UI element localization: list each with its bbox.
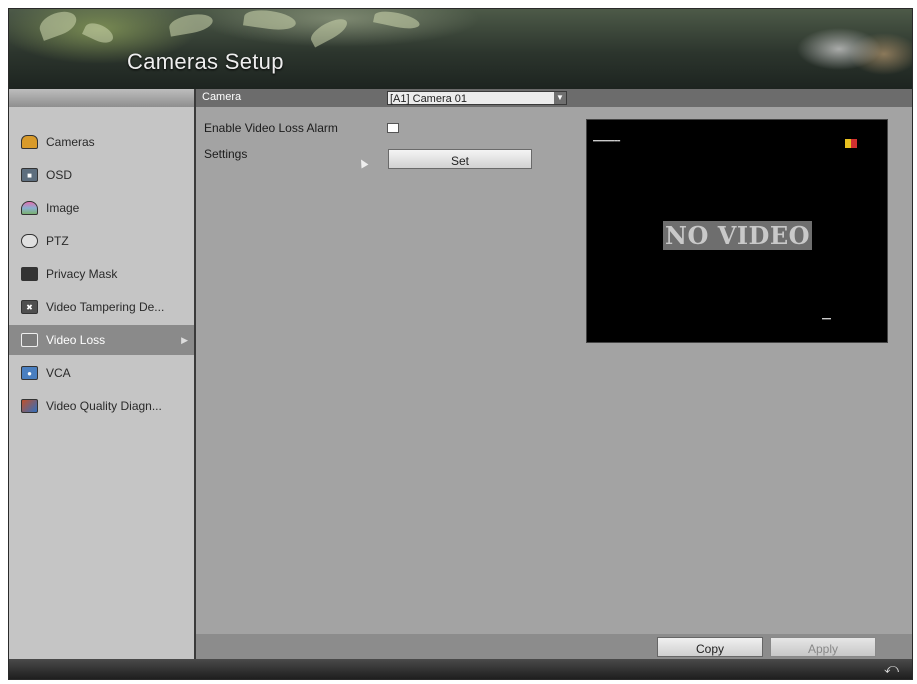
sidebar-item-video-loss[interactable]: Video Loss ▶ [9, 325, 194, 355]
sidebar-item-label: OSD [46, 168, 73, 182]
sidebar-header [9, 89, 196, 107]
vca-icon: ● [21, 366, 38, 380]
sidebar-item-label: VCA [46, 366, 71, 380]
sidebar-item-vca[interactable]: ● VCA [9, 358, 194, 388]
copy-button[interactable]: Copy [657, 637, 763, 657]
sidebar-item-label: Video Quality Diagn... [46, 399, 162, 413]
video-loss-panel: Enable Video Loss Alarm Settings Set ▬▬▬… [196, 107, 912, 634]
no-video-label: NO VIDEO [663, 221, 813, 250]
leaf-decoration [307, 14, 351, 48]
sidebar-item-image[interactable]: Image [9, 193, 194, 223]
set-button[interactable]: Set [388, 149, 532, 169]
back-icon[interactable]: ⤺ [884, 661, 899, 675]
camera-select[interactable]: [A1] Camera 01 ▼ [387, 91, 567, 105]
leaf-decoration [36, 9, 80, 41]
camera-bar: Camera [A1] Camera 01 ▼ [9, 89, 912, 107]
sidebar-item-label: Video Loss [46, 333, 106, 347]
ptz-icon [21, 234, 38, 248]
sidebar-item-cameras[interactable]: Cameras [9, 127, 194, 157]
leaf-decoration [243, 9, 297, 33]
osd-icon: ■ [21, 168, 38, 182]
video-loss-icon [21, 333, 38, 347]
record-status-icon [845, 139, 857, 148]
action-bar: Copy Apply [196, 634, 912, 659]
camera-label: Camera [202, 91, 242, 103]
enable-alarm-checkbox[interactable] [387, 123, 399, 133]
camera-icon [21, 135, 38, 149]
sidebar-item-privacy-mask[interactable]: Privacy Mask [9, 259, 194, 289]
privacy-mask-icon [21, 267, 38, 281]
sidebar-item-video-tampering[interactable]: ✖ Video Tampering De... [9, 292, 194, 322]
sidebar-item-ptz[interactable]: PTZ [9, 226, 194, 256]
osd-camera-name: ▬▬▬ [821, 316, 831, 322]
header-banner: Cameras Setup [9, 9, 912, 89]
sidebar-item-label: Privacy Mask [46, 267, 118, 281]
cameras-setup-window: Cameras Setup Camera [A1] Camera 01 ▼ Ca… [8, 8, 913, 680]
camera-select-value: [A1] Camera 01 [390, 93, 468, 105]
leaf-decoration [167, 11, 215, 37]
image-icon [21, 201, 38, 215]
camera-preview: ▬▬▬▬▬▬▬▬▬ NO VIDEO ▬▬▬ [586, 119, 888, 343]
apply-button[interactable]: Apply [770, 637, 876, 657]
page-title: Cameras Setup [127, 49, 284, 74]
sidebar-item-osd[interactable]: ■ OSD [9, 160, 194, 190]
video-quality-icon [21, 399, 38, 413]
osd-timestamp: ▬▬▬▬▬▬▬▬▬ [593, 138, 621, 144]
sidebar-item-video-quality[interactable]: Video Quality Diagn... [9, 391, 194, 421]
leaf-decoration [373, 9, 421, 32]
settings-label: Settings [204, 147, 248, 161]
chevron-right-icon: ▶ [181, 334, 188, 345]
sidebar-item-label: Cameras [46, 135, 95, 149]
chevron-down-icon[interactable]: ▼ [554, 92, 566, 104]
sidebar-item-label: Image [46, 201, 80, 215]
status-bar: ⤺ [9, 659, 912, 679]
sidebar-item-label: PTZ [46, 234, 69, 248]
enable-alarm-label: Enable Video Loss Alarm [204, 121, 338, 135]
mouse-cursor-icon [357, 157, 369, 169]
sidebar: Cameras ■ OSD Image PTZ Privacy Mask ✖ V… [9, 107, 196, 659]
leaf-decoration [82, 19, 116, 47]
sidebar-item-label: Video Tampering De... [46, 300, 165, 314]
video-tampering-icon: ✖ [21, 300, 38, 314]
